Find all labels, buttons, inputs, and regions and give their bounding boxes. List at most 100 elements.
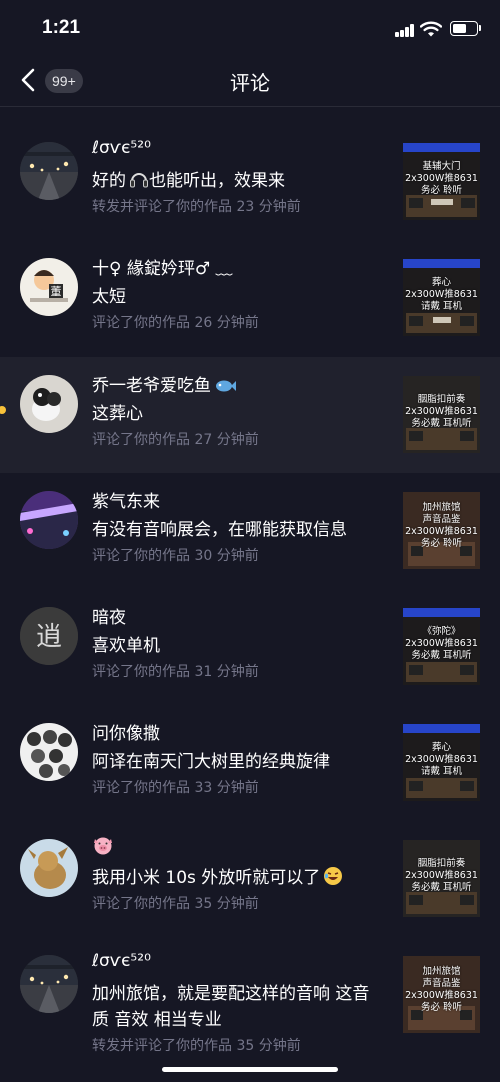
caption-line: 务必戴 耳机听: [411, 418, 472, 429]
caption-line: 务必戴 耳机听: [411, 882, 472, 893]
caption-line: 胭脂扣前奏: [417, 858, 466, 869]
username[interactable]: 暗夜: [92, 603, 126, 628]
comment-meta: 评论了你的作品 33 分钟前: [92, 780, 259, 796]
username[interactable]: 乔一老爷爱吃鱼: [92, 371, 236, 396]
avatar[interactable]: [20, 375, 78, 433]
fish-emoji: [216, 380, 236, 392]
username[interactable]: 十♀ 緣錠妗玶♂ ﹏: [92, 254, 233, 279]
svg-text:逍: 逍: [36, 622, 62, 652]
comment-text: 喜欢单机: [92, 636, 160, 656]
status-bar: 1:21: [0, 0, 500, 56]
thumbnail-caption: 葬心 2x300W推8631 请戴 耳机: [403, 742, 480, 778]
thumbnail-caption: 胭脂扣前奏 2x300W推8631 务必戴 耳机听: [403, 394, 480, 430]
video-thumbnail[interactable]: 基辅大门 2x300W推8631 务必 聆听: [403, 143, 480, 220]
caption-line: 声音品鉴: [422, 514, 461, 525]
thumbnail-caption: 加州旅馆 声音品鉴 2x300W推8631 务必 聆听: [403, 502, 480, 550]
caption-line: 请戴 耳机: [420, 301, 463, 312]
cellular-signal-icon: [395, 24, 415, 37]
comment-item[interactable]: 我用小米 10s 外放听就可以了 评论了你的作品 35 分钟前 胭脂扣前奏 2x…: [0, 821, 500, 937]
comment-text: 太短: [92, 287, 126, 307]
comment-text: 有没有音响展会，在哪能获取信息: [92, 520, 347, 540]
pig-emoji: [94, 837, 112, 855]
comment-text: 加州旅馆，就是要配这样的音响 这音质 音效 相当专业: [92, 984, 370, 1030]
caption-line: 务必 聆听: [420, 185, 463, 196]
caption-line: 务必戴 耳机听: [411, 650, 472, 661]
battery-tip: [479, 25, 481, 31]
comment-meta: 转发并评论了你的作品 23 分钟前: [92, 199, 301, 215]
caption-line: 务必 聆听: [420, 538, 463, 549]
comment-item[interactable]: 问你像撒 阿译在南天门大树里的经典旋律 评论了你的作品 33 分钟前 葬心 2x…: [0, 705, 500, 821]
comment-meta: 评论了你的作品 26 分钟前: [92, 315, 259, 331]
caption-line: 2x300W推8631: [405, 990, 478, 1001]
username[interactable]: 紫气东来: [92, 487, 160, 512]
nav-bar: 99+ 评论: [0, 56, 500, 107]
caption-line: 2x300W推8631: [405, 638, 478, 649]
avatar[interactable]: 董: [20, 258, 78, 316]
caption-line: 加州旅馆: [422, 966, 461, 977]
comment-meta: 评论了你的作品 27 分钟前: [92, 432, 259, 448]
comment-item[interactable]: 紫气东来 有没有音响展会，在哪能获取信息 评论了你的作品 30 分钟前 加州旅馆…: [0, 473, 500, 589]
caption-line: 2x300W推8631: [405, 870, 478, 881]
caption-line: 2x300W推8631: [405, 173, 478, 184]
username[interactable]: ℓσѵє⁵²⁰: [92, 951, 151, 971]
caption-line: 胭脂扣前奏: [417, 394, 466, 405]
avatar[interactable]: [20, 723, 78, 781]
comment-text-part: 我用小米 10s 外放听就可以了: [92, 868, 321, 888]
status-time: 1:21: [42, 17, 81, 38]
comment-text: 好的 也能听出，效果来: [92, 168, 382, 194]
comment-item[interactable]: 董 十♀ 緣錠妗玶♂ ﹏ 太短 评论了你的作品 26 分钟前 葬心 2x300W…: [0, 240, 500, 356]
wifi-icon: [420, 21, 442, 37]
home-indicator[interactable]: [162, 1067, 338, 1072]
caption-line: 2x300W推8631: [405, 526, 478, 537]
comment-text: 我用小米 10s 外放听就可以了: [92, 865, 382, 891]
caption-line: 基辅大门: [422, 161, 461, 172]
battery-icon: [450, 21, 478, 36]
laughing-emoji: [324, 867, 343, 885]
svg-text:董: 董: [51, 285, 62, 298]
unread-dot: [0, 406, 6, 414]
username[interactable]: [92, 835, 114, 857]
username[interactable]: 问你像撒: [92, 719, 160, 744]
thumbnail-caption: 胭脂扣前奏 2x300W推8631 务必戴 耳机听: [403, 858, 480, 894]
video-thumbnail[interactable]: 加州旅馆 声音品鉴 2x300W推8631 务必 聆听: [403, 956, 480, 1033]
avatar[interactable]: [20, 955, 78, 1013]
video-thumbnail[interactable]: 胭脂扣前奏 2x300W推8631 务必戴 耳机听: [403, 376, 480, 453]
comment-text: 这葬心: [92, 404, 143, 424]
comment-item[interactable]: 逍 暗夜 喜欢单机 评论了你的作品 31 分钟前 《弥陀》 2x300W推863…: [0, 589, 500, 705]
caption-line: 2x300W推8631: [405, 406, 478, 417]
caption-line: 务必 聆听: [420, 1002, 463, 1013]
comment-item[interactable]: 乔一老爷爱吃鱼 这葬心 评论了你的作品 27 分钟前 胭脂扣前奏 2x300W推…: [0, 357, 500, 473]
video-thumbnail[interactable]: 胭脂扣前奏 2x300W推8631 务必戴 耳机听: [403, 840, 480, 917]
comment-meta: 评论了你的作品 31 分钟前: [92, 664, 259, 680]
caption-line: 请戴 耳机: [420, 766, 463, 777]
avatar[interactable]: [20, 142, 78, 200]
comment-meta: 评论了你的作品 30 分钟前: [92, 548, 259, 564]
video-thumbnail[interactable]: 《弥陀》 2x300W推8631 务必戴 耳机听: [403, 608, 480, 685]
comment-item[interactable]: ℓσѵє⁵²⁰ 加州旅馆，就是要配这样的音响 这音质 音效 相当专业 转发并评论…: [0, 937, 500, 1077]
comment-item[interactable]: ℓσѵє⁵²⁰ 好的 也能听出，效果来 转发并评论了你的作品 23 分钟前 基辅大…: [0, 124, 500, 240]
caption-line: 2x300W推8631: [405, 289, 478, 300]
video-thumbnail[interactable]: 葬心 2x300W推8631 请戴 耳机: [403, 724, 480, 801]
username-text: 乔一老爷爱吃鱼: [92, 376, 211, 396]
comment-text-part: 也能听出，效果来: [149, 171, 285, 191]
comment-meta: 评论了你的作品 35 分钟前: [92, 896, 259, 912]
thumbnail-caption: 基辅大门 2x300W推8631 务必 聆听: [403, 161, 480, 197]
caption-line: 《弥陀》: [422, 626, 461, 637]
caption-line: 声音品鉴: [422, 978, 461, 989]
page-title: 评论: [230, 71, 270, 95]
avatar[interactable]: [20, 491, 78, 549]
caption-line: 葬心: [431, 742, 451, 753]
video-thumbnail[interactable]: 加州旅馆 声音品鉴 2x300W推8631 务必 聆听: [403, 492, 480, 569]
comment-meta: 转发并评论了你的作品 35 分钟前: [92, 1038, 301, 1054]
comment-text-part: 好的: [92, 171, 126, 191]
thumbnail-caption: 葬心 2x300W推8631 请戴 耳机: [403, 277, 480, 313]
comment-text: 阿译在南天门大树里的经典旋律: [92, 752, 330, 772]
username[interactable]: ℓσѵє⁵²⁰: [92, 138, 151, 158]
avatar[interactable]: [20, 839, 78, 897]
avatar[interactable]: 逍: [20, 607, 78, 665]
thumbnail-caption: 加州旅馆 声音品鉴 2x300W推8631 务必 聆听: [403, 966, 480, 1014]
caption-line: 葬心: [431, 277, 451, 288]
thumbnail-caption: 《弥陀》 2x300W推8631 务必戴 耳机听: [403, 626, 480, 662]
video-thumbnail[interactable]: 葬心 2x300W推8631 请戴 耳机: [403, 259, 480, 336]
caption-line: 2x300W推8631: [405, 754, 478, 765]
